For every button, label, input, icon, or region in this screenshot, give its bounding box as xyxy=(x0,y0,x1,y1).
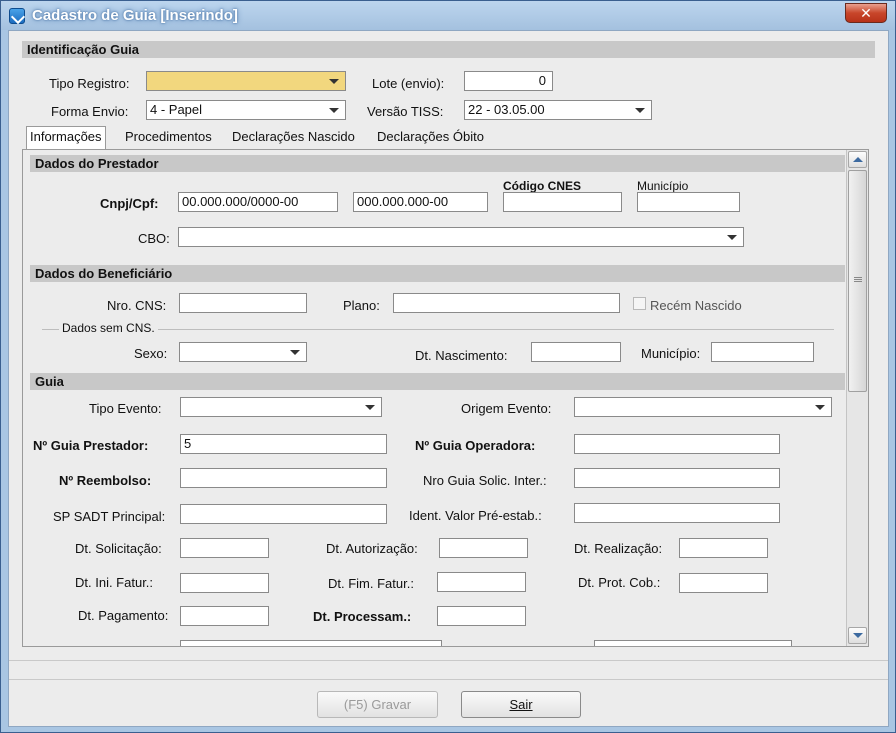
ident-valor-input[interactable] xyxy=(574,503,780,523)
gravar-button[interactable]: (F5) Gravar xyxy=(317,691,438,718)
origem-evento-combo[interactable] xyxy=(574,397,832,417)
forma-envio-combo[interactable]: 4 - Papel xyxy=(146,100,346,120)
window-frame: Cadastro de Guia [Inserindo] ✕ Identific… xyxy=(0,0,896,733)
cbo-label: CBO: xyxy=(138,231,170,246)
vertical-scrollbar[interactable] xyxy=(846,150,868,646)
close-button[interactable]: ✕ xyxy=(845,3,887,23)
dt-autorizacao-label: Dt. Autorização: xyxy=(326,541,418,556)
beneficiario-municipio-label: Município: xyxy=(641,346,701,361)
tab-declaracoes-nascido[interactable]: Declarações Nascido xyxy=(229,127,358,149)
n-guia-prestador-input[interactable]: 5 xyxy=(180,434,387,454)
n-reembolso-label: Nº Reembolso: xyxy=(59,473,152,488)
dt-fim-fatur-input[interactable] xyxy=(437,572,526,592)
cns-input[interactable] xyxy=(179,293,307,313)
bottom-divider-2 xyxy=(9,679,888,680)
grip-icon xyxy=(854,277,862,278)
dt-pagamento-input[interactable] xyxy=(180,606,269,626)
dt-solicitacao-label: Dt. Solicitação: xyxy=(75,541,162,556)
chevron-down-icon xyxy=(365,405,375,410)
beneficiario-header: Dados do Beneficiário xyxy=(30,265,845,282)
prestador-municipio-label: Município xyxy=(637,179,689,193)
cnpj-label: Cnpj/Cpf: xyxy=(100,196,159,211)
versao-tiss-combo[interactable]: 22 - 03.05.00 xyxy=(464,100,652,120)
recem-nascido-label: Recém Nascido xyxy=(650,298,742,313)
chevron-down-icon xyxy=(635,108,645,113)
dt-fim-fatur-label: Dt. Fim. Fatur.: xyxy=(328,576,414,591)
chevron-down-icon xyxy=(290,350,300,355)
app-icon xyxy=(9,8,25,24)
dt-prot-cob-label: Dt. Prot. Cob.: xyxy=(578,575,661,590)
cnes-label: Código CNES xyxy=(503,179,581,193)
tipo-registro-label: Tipo Registro: xyxy=(49,76,130,91)
n-reembolso-input[interactable] xyxy=(180,468,387,488)
window-title: Cadastro de Guia [Inserindo] xyxy=(32,7,238,24)
tab-procedimentos[interactable]: Procedimentos xyxy=(122,127,215,149)
guia-header: Guia xyxy=(30,373,845,390)
tab-panel-informacoes: Dados do Prestador Código CNES Município… xyxy=(22,149,869,647)
prestador-municipio-input[interactable] xyxy=(637,192,740,212)
nro-guia-solic-label: Nro Guia Solic. Inter.: xyxy=(423,473,547,488)
chevron-down-icon xyxy=(727,235,737,240)
prestador-header: Dados do Prestador xyxy=(30,155,845,172)
sem-cns-divider xyxy=(42,329,834,330)
dt-nascimento-label: Dt. Nascimento: xyxy=(415,348,508,363)
sexo-combo[interactable] xyxy=(179,342,307,362)
origem-evento-label: Origem Evento: xyxy=(461,401,552,416)
dt-realizacao-input[interactable] xyxy=(679,538,768,558)
scroll-thumb[interactable] xyxy=(848,170,867,392)
forma-envio-label: Forma Envio: xyxy=(51,104,129,119)
partial-row-input-left[interactable] xyxy=(180,640,442,646)
beneficiario-municipio-input[interactable] xyxy=(711,342,814,362)
versao-tiss-value: 22 - 03.05.00 xyxy=(468,102,545,117)
plano-label: Plano: xyxy=(343,298,380,313)
arrow-up-icon xyxy=(853,157,863,162)
scroll-up-button[interactable] xyxy=(848,151,867,168)
chevron-down-icon xyxy=(329,108,339,113)
sp-sadt-label: SP SADT Principal: xyxy=(53,509,166,524)
n-guia-operadora-label: Nº Guia Operadora: xyxy=(415,438,536,453)
cpf-input[interactable]: 000.000.000-00 xyxy=(353,192,488,212)
dt-ini-fatur-input[interactable] xyxy=(180,573,269,593)
scroll-down-button[interactable] xyxy=(848,627,867,644)
arrow-down-icon xyxy=(853,633,863,638)
sair-button[interactable]: Sair xyxy=(461,691,581,718)
recem-nascido-checkbox[interactable] xyxy=(633,297,646,310)
lote-label: Lote (envio): xyxy=(372,76,445,91)
n-guia-prestador-label: Nº Guia Prestador: xyxy=(33,438,149,453)
versao-tiss-label: Versão TISS: xyxy=(367,104,444,119)
cnpj-input[interactable]: 00.000.000/0000-00 xyxy=(178,192,338,212)
tipo-evento-combo[interactable] xyxy=(180,397,382,417)
nro-guia-solic-input[interactable] xyxy=(574,468,780,488)
dt-pagamento-label: Dt. Pagamento: xyxy=(78,608,169,623)
ident-valor-label: Ident. Valor Pré-estab.: xyxy=(409,508,542,523)
tab-declaracoes-obito[interactable]: Declarações Óbito xyxy=(374,127,487,149)
dt-nascimento-input[interactable] xyxy=(531,342,621,362)
n-guia-operadora-input[interactable] xyxy=(574,434,780,454)
sem-cns-label: Dados sem CNS. xyxy=(59,321,158,335)
dt-processam-input[interactable] xyxy=(437,606,526,626)
dt-solicitacao-input[interactable] xyxy=(180,538,269,558)
dt-ini-fatur-label: Dt. Ini. Fatur.: xyxy=(75,575,154,590)
tipo-registro-combo[interactable] xyxy=(146,71,346,91)
identificacao-header: Identificação Guia xyxy=(22,41,875,58)
forma-envio-value: 4 - Papel xyxy=(150,102,203,117)
bottom-divider-1 xyxy=(9,660,888,661)
partial-row-input-right[interactable] xyxy=(594,640,792,646)
cbo-combo[interactable] xyxy=(178,227,744,247)
title-bar[interactable]: Cadastro de Guia [Inserindo] ✕ xyxy=(1,1,895,30)
dt-prot-cob-input[interactable] xyxy=(679,573,768,593)
dt-processam-label: Dt. Processam.: xyxy=(313,609,412,624)
lote-input[interactable]: 0 xyxy=(464,71,553,91)
sp-sadt-input[interactable] xyxy=(180,504,387,524)
dt-realizacao-label: Dt. Realização: xyxy=(574,541,663,556)
tab-informacoes[interactable]: Informações xyxy=(26,126,106,150)
dt-autorizacao-input[interactable] xyxy=(439,538,528,558)
tipo-evento-label: Tipo Evento: xyxy=(89,401,162,416)
cnes-input[interactable] xyxy=(503,192,622,212)
plano-input[interactable] xyxy=(393,293,620,313)
chevron-down-icon xyxy=(815,405,825,410)
sexo-label: Sexo: xyxy=(134,346,168,361)
cns-label: Nro. CNS: xyxy=(107,298,167,313)
chevron-down-icon xyxy=(329,79,339,84)
